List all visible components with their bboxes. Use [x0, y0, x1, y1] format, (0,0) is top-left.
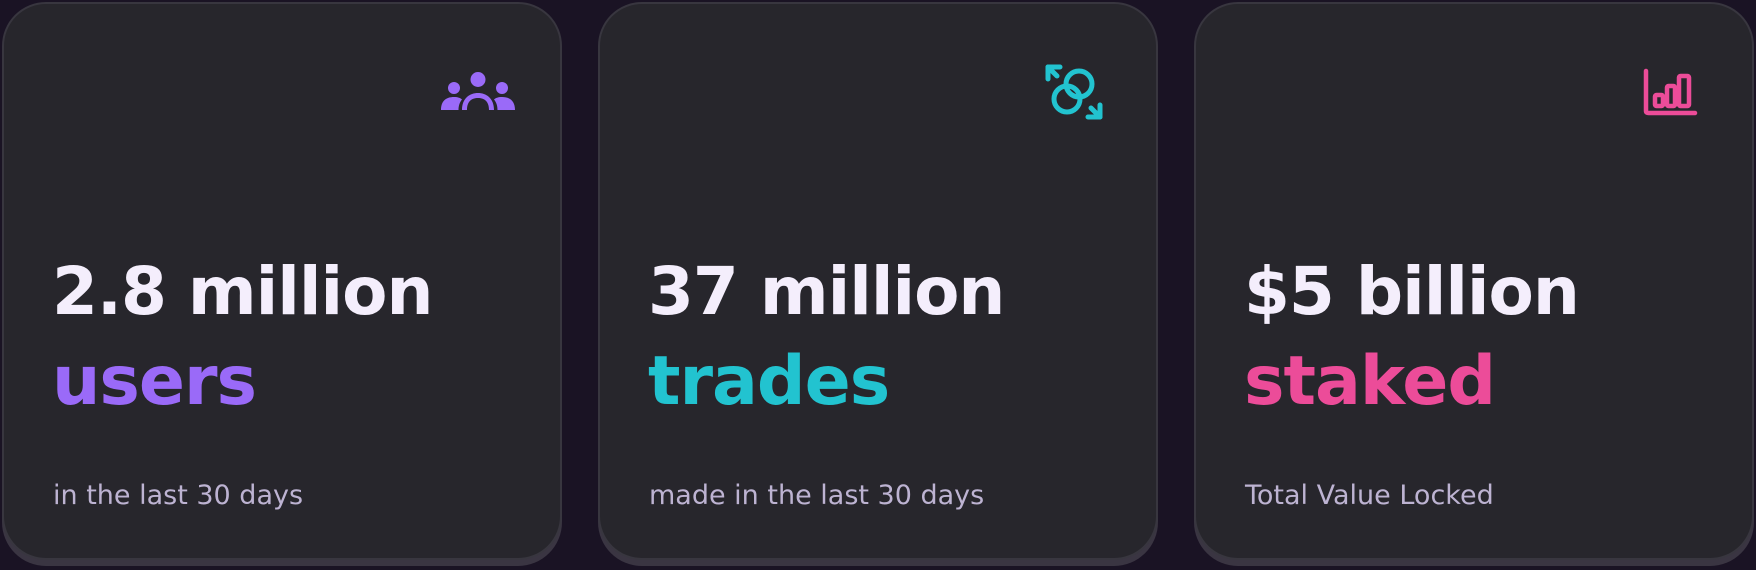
- stat-value: $5 billion: [1244, 253, 1580, 330]
- stat-card-staked: $5 billion staked Total Value Locked: [1194, 2, 1754, 560]
- stat-card-users: 2.8 million users in the last 30 days: [2, 2, 562, 560]
- stat-noun: users: [52, 342, 257, 421]
- stat-caption: made in the last 30 days: [649, 480, 985, 511]
- trade-swap-icon: [1036, 64, 1112, 120]
- users-group-icon: [440, 64, 516, 120]
- stat-card-trades: 37 million trades made in the last 30 da…: [598, 2, 1158, 560]
- bar-chart-icon: [1632, 64, 1708, 120]
- stat-caption: in the last 30 days: [53, 480, 304, 511]
- stat-caption: Total Value Locked: [1245, 480, 1494, 511]
- stat-value: 2.8 million: [52, 253, 433, 330]
- stat-noun: trades: [648, 342, 890, 421]
- stat-noun: staked: [1244, 342, 1496, 421]
- stat-value: 37 million: [648, 253, 1005, 330]
- stats-cards-row: 2.8 million users in the last 30 days 37…: [0, 0, 1756, 570]
